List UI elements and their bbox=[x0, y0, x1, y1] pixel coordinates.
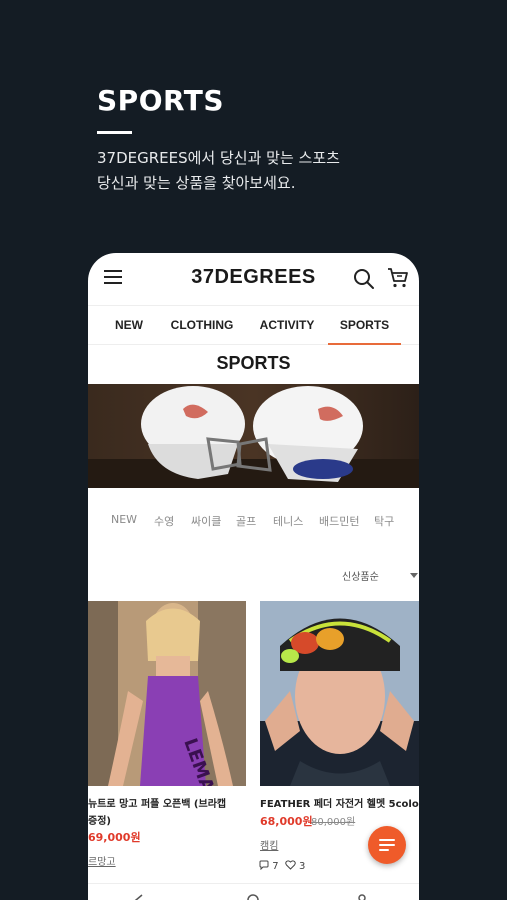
hero-banner-image bbox=[88, 384, 419, 488]
category-new[interactable]: NEW bbox=[111, 513, 137, 526]
home-icon[interactable] bbox=[247, 894, 259, 900]
tab-new[interactable]: NEW bbox=[108, 306, 150, 345]
product-price-2: 68,000원 bbox=[260, 815, 313, 828]
product-price-1: 69,000원 bbox=[88, 831, 141, 844]
promo-desc-line-2: 당신과 맞는 상품을 찾아보세요. bbox=[97, 174, 296, 192]
product-original-price-2: 80,000원 bbox=[311, 817, 356, 828]
product-brand-2[interactable]: 캠킴 bbox=[260, 837, 278, 852]
tab-clothing[interactable]: CLOTHING bbox=[166, 306, 238, 345]
product-name-1[interactable]: 뉴트로 망고 퍼플 오픈백 (브라캡 bbox=[88, 795, 226, 810]
product-name-1-line-2[interactable]: 증정) bbox=[88, 812, 111, 827]
category-golf[interactable]: 골프 bbox=[236, 513, 256, 529]
tab-sports[interactable]: SPORTS bbox=[328, 306, 401, 345]
fab-line-icon bbox=[379, 849, 389, 851]
category-cycle[interactable]: 싸이클 bbox=[191, 513, 221, 529]
category-tennis[interactable]: 테니스 bbox=[273, 513, 303, 529]
comment-count: 7 bbox=[272, 861, 279, 872]
back-icon[interactable] bbox=[133, 894, 145, 900]
promo-desc-line-1: 37DEGREES에서 당신과 맞는 스포츠 bbox=[97, 149, 340, 167]
promo-title: SPORTS bbox=[97, 84, 225, 117]
product-image-helmet[interactable] bbox=[260, 601, 419, 786]
product-brand-1[interactable]: 르망고 bbox=[88, 853, 116, 868]
floating-menu-button[interactable] bbox=[368, 826, 406, 864]
category-table-tennis[interactable]: 탁구 bbox=[374, 513, 394, 529]
category-swim[interactable]: 수영 bbox=[154, 513, 174, 529]
user-icon[interactable] bbox=[356, 894, 368, 900]
chevron-down-icon bbox=[410, 573, 418, 578]
bottom-navigation bbox=[88, 883, 419, 900]
comment-icon bbox=[259, 860, 269, 871]
promo-description: 37DEGREES에서 당신과 맞는 스포츠 당신과 맞는 상품을 찾아보세요. bbox=[97, 146, 340, 196]
section-title: SPORTS bbox=[216, 353, 291, 373]
like-count: 3 bbox=[298, 861, 306, 872]
category-badminton[interactable]: 배드민턴 bbox=[319, 513, 359, 529]
product-name-2[interactable]: FEATHER 페더 자전거 헬멧 5color bbox=[260, 795, 419, 810]
heart-icon[interactable] bbox=[285, 860, 296, 870]
tab-activity[interactable]: ACTIVITY bbox=[253, 306, 321, 345]
search-icon[interactable] bbox=[353, 268, 375, 290]
category-filter-bar: NEW 수영 싸이클 골프 테니스 배드민턴 탁구 bbox=[88, 513, 419, 533]
main-tabs: NEW CLOTHING ACTIVITY SPORTS bbox=[88, 305, 419, 345]
cart-icon[interactable] bbox=[386, 266, 410, 290]
sort-dropdown[interactable]: 신상품순 bbox=[342, 568, 379, 583]
phone-screen: 37DEGREES NEW CLOTHING ACTIVITY SPORTS S… bbox=[88, 253, 419, 900]
app-header: 37DEGREES bbox=[88, 253, 419, 305]
fab-line-icon bbox=[379, 839, 395, 841]
fab-line-icon bbox=[379, 844, 395, 846]
product-stats-2: 7 3 bbox=[259, 860, 305, 872]
product-image-swimsuit[interactable]: LEMAN bbox=[88, 601, 246, 786]
promo-divider bbox=[97, 131, 132, 134]
